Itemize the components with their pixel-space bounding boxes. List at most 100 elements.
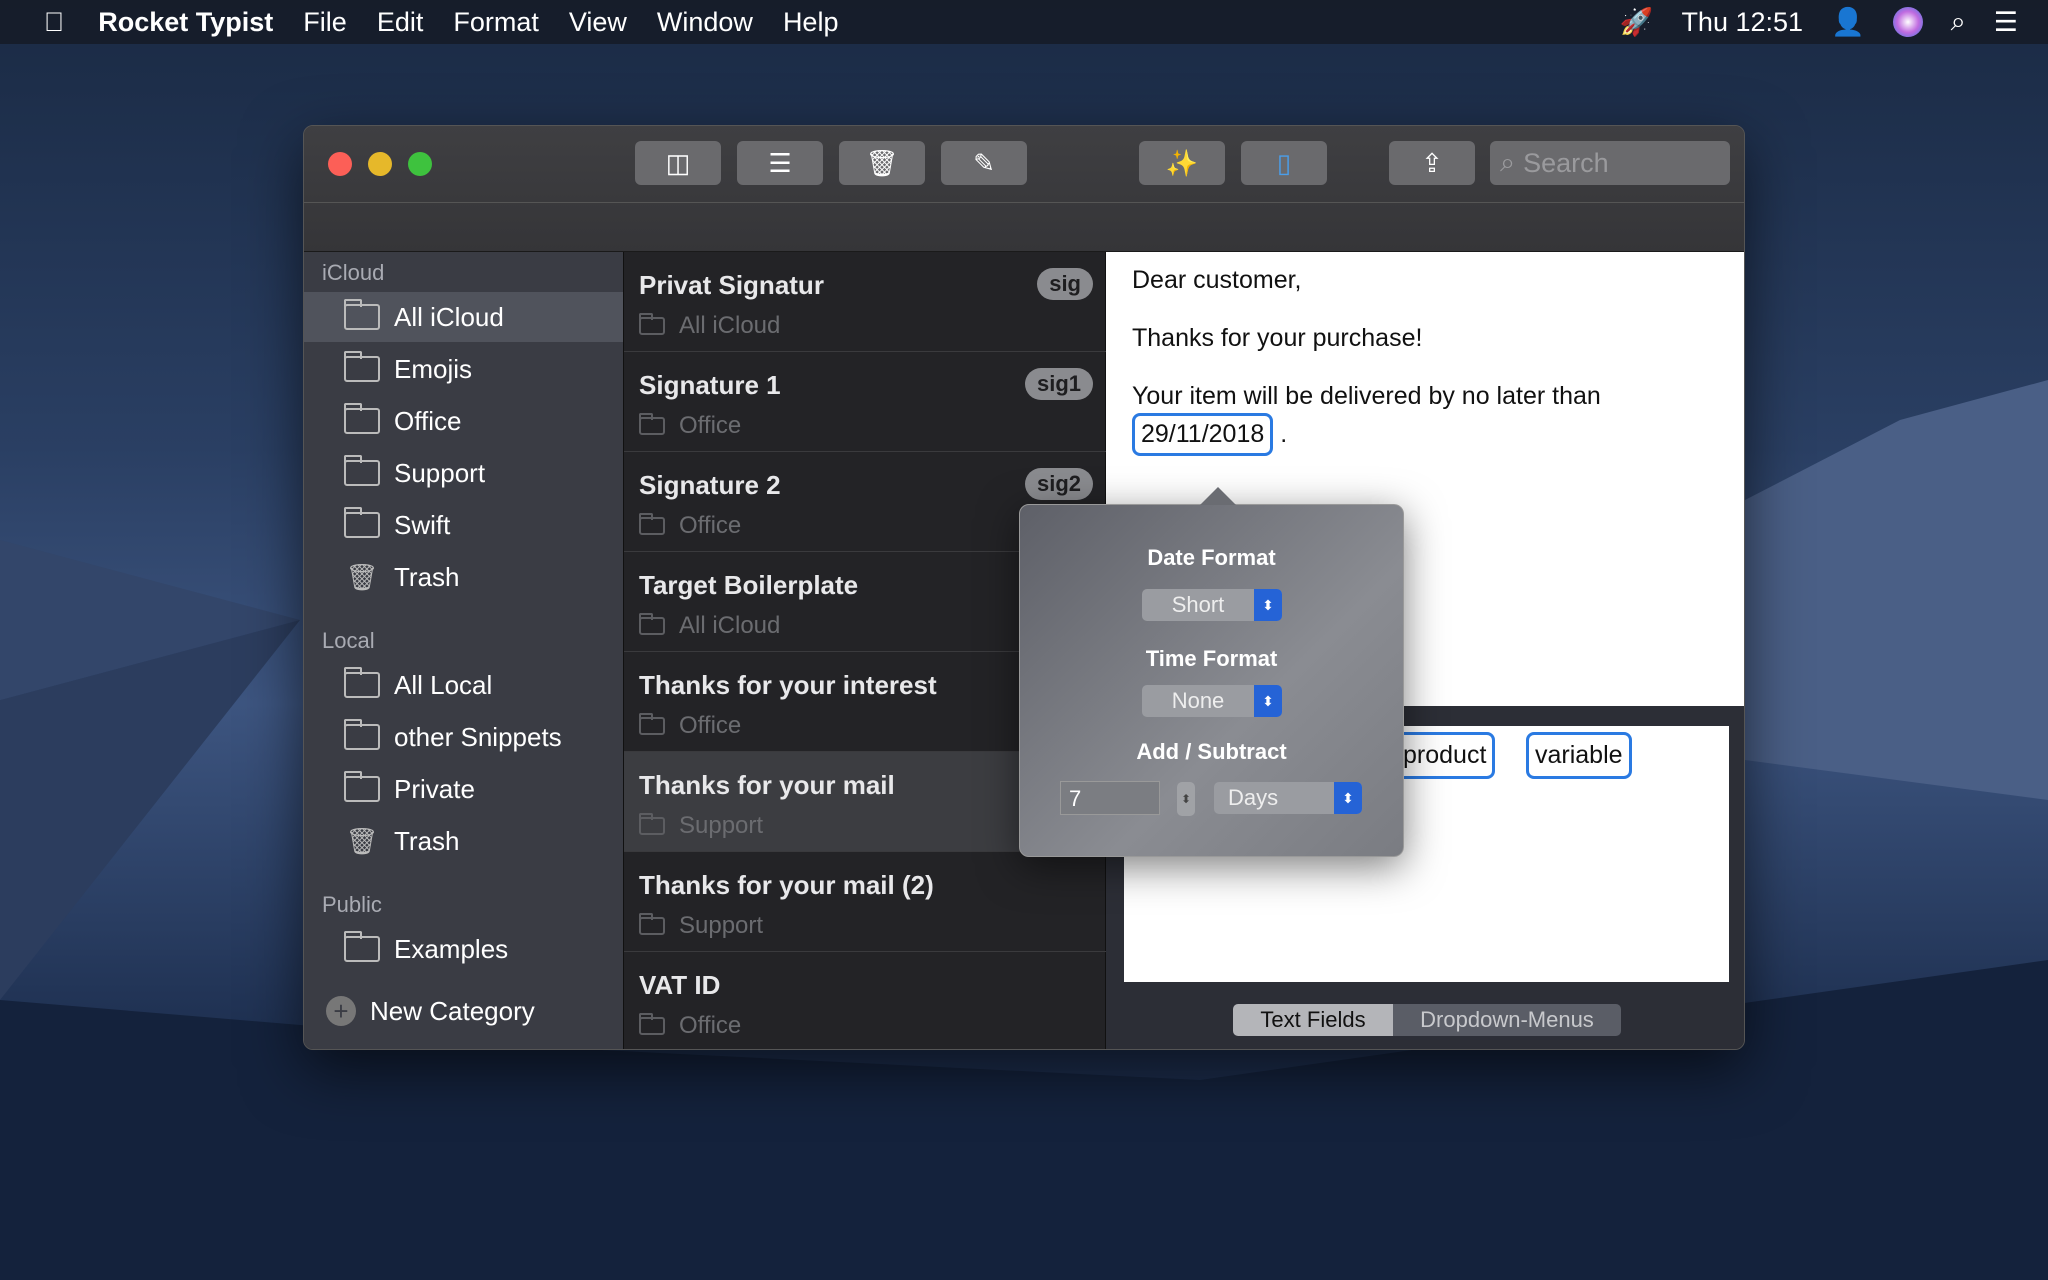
sidebar-item-emojis[interactable]: Emojis [304, 344, 623, 394]
unit-select[interactable]: Days ⬍ [1214, 782, 1362, 814]
sidebar-item-label: All Local [394, 669, 493, 700]
folder-icon [639, 513, 665, 535]
abbreviation-badge: sig1 [1024, 368, 1093, 400]
date-placeholder-popover: Date Format Short ⬍ Time Format None ⬍ Add… [1019, 487, 1404, 857]
snippet-title: Thanks for your mail [639, 770, 895, 800]
sidebar-item-all-local[interactable]: All Local [304, 660, 623, 710]
placeholder-token-product[interactable]: product [1394, 732, 1496, 779]
sidebar-item-examples[interactable]: Examples [304, 924, 623, 974]
sidebar-item-label: Trash [394, 825, 460, 856]
abbreviation-badge: sig2 [1024, 468, 1093, 500]
rocket-icon[interactable]: 🚀 [1620, 6, 1654, 38]
menu-format[interactable]: Format [453, 7, 539, 38]
placeholder-token-variable[interactable]: variable [1526, 732, 1632, 779]
close-button[interactable] [328, 152, 352, 176]
time-format-select[interactable]: None ⬍ [1142, 685, 1282, 717]
compose-button[interactable]: ✎ [941, 141, 1027, 185]
menu-edit[interactable]: Edit [377, 7, 424, 38]
folder-icon [639, 1013, 665, 1035]
sidebar-item-label: Examples [394, 933, 509, 964]
amount-field[interactable]: 7 [1060, 781, 1160, 815]
sidebar-item-other-snippets[interactable]: other Snippets [304, 712, 623, 762]
date-format-value: Short [1171, 592, 1225, 617]
zoom-button[interactable] [408, 152, 432, 176]
stack-icon [344, 299, 380, 330]
sidebar-item-all-icloud[interactable]: All iCloud [304, 292, 623, 342]
sidebar-item-swift[interactable]: Swift [304, 500, 623, 550]
clock[interactable]: Thu 12:51 [1681, 7, 1803, 38]
sidebar-item-trash[interactable]: 🗑 Trash [304, 552, 623, 602]
sidebar-item-label: Trash [394, 561, 460, 592]
minimize-button[interactable] [368, 152, 392, 176]
chevron-updown-icon: ⬍ [1254, 685, 1282, 717]
settings-sliders-button[interactable]: ☰ [737, 141, 823, 185]
snippet-row[interactable]: Privat Signatur All iCloud sig [624, 252, 1107, 352]
menu-file[interactable]: File [303, 7, 347, 38]
folder-icon [344, 455, 380, 486]
menu-bar:  Rocket Typist File Edit Format View Wi… [0, 0, 2048, 44]
new-category-button[interactable]: + New Category [304, 986, 623, 1036]
snippet-category: Office [679, 512, 742, 539]
date-placeholder-token[interactable]: 29/11/2018 [1132, 413, 1274, 456]
snippet-title: Target Boilerplate [639, 570, 859, 600]
editor-line: Dear customer, [1132, 266, 1302, 294]
search-icon[interactable]: ⌕ [1951, 6, 1966, 38]
editor-line: Thanks for your purchase! [1132, 324, 1423, 352]
menu-app-name[interactable]: Rocket Typist [98, 7, 273, 38]
date-format-label: Date Format [1147, 545, 1276, 570]
time-format-value: None [1171, 688, 1225, 713]
snippet-row[interactable]: Signature 1 Office sig1 [624, 352, 1107, 452]
tab-text-fields[interactable]: Text Fields [1233, 1004, 1393, 1036]
folder-icon [344, 931, 380, 962]
folder-icon [639, 313, 665, 335]
menu-help[interactable]: Help [783, 7, 839, 38]
phone-layout-button[interactable]: ▯ [1241, 141, 1327, 185]
toolbar-divider [304, 202, 1744, 203]
trash-icon: 🗑 [345, 561, 379, 592]
snippet-row[interactable]: VAT ID Office [624, 952, 1107, 1049]
abbreviation-badge: sig [1037, 268, 1093, 300]
section-icloud: iCloud [322, 260, 385, 285]
search-field[interactable]: ⌕ Search [1490, 141, 1730, 185]
toolbar: ◫ ☰ 🗑 ✎ ✨ ▯ ⇪ ⌕ Search [304, 126, 1744, 252]
snippet-title: Thanks for your interest [639, 670, 937, 700]
time-format-label: Time Format [1145, 646, 1278, 671]
user-icon[interactable]: 👤 [1831, 6, 1865, 38]
sidebar-item-office[interactable]: Office [304, 396, 623, 446]
section-local: Local [322, 628, 375, 653]
unit-value: Days [1228, 785, 1279, 810]
menu-view[interactable]: View [569, 7, 627, 38]
notification-center-icon[interactable]: ☰ [1994, 7, 2018, 38]
amount-stepper[interactable]: ⬍ [1177, 782, 1195, 816]
date-format-select[interactable]: Short ⬍ [1142, 589, 1282, 621]
menu-window[interactable]: Window [657, 7, 753, 38]
share-button[interactable]: ⇪ [1389, 141, 1475, 185]
editor-text: . [1280, 420, 1288, 448]
snippet-title: Thanks for your mail (2) [639, 870, 934, 900]
sidebar-item-local-trash[interactable]: 🗑 Trash [304, 816, 623, 866]
trash-icon: 🗑 [345, 825, 379, 856]
sidebar-toggle-button[interactable]: ◫ [635, 141, 721, 185]
popover-arrow [1200, 487, 1236, 505]
trash-button[interactable]: 🗑 [839, 141, 925, 185]
plus-circle-icon: + [326, 996, 356, 1026]
section-public: Public [322, 892, 382, 917]
stack-icon [344, 667, 380, 698]
snippet-row[interactable]: Thanks for your mail (2) Support [624, 852, 1107, 952]
snippet-category: All iCloud [679, 612, 781, 639]
snippet-category: Office [679, 712, 742, 739]
magic-wand-button[interactable]: ✨ [1139, 141, 1225, 185]
sidebar-item-label: All iCloud [394, 301, 504, 332]
apple-icon[interactable]:  [44, 7, 64, 38]
sidebar-item-label: Private [394, 773, 475, 804]
folder-icon [344, 351, 380, 382]
sidebar-item-private[interactable]: Private [304, 764, 623, 814]
folder-icon [639, 713, 665, 735]
sidebar-item-label: other Snippets [394, 721, 562, 752]
snippet-category: Office [679, 412, 742, 439]
sidebar-item-support[interactable]: Support [304, 448, 623, 498]
folder-icon [344, 403, 380, 434]
sidebar: iCloud All iCloud Emojis Office Support … [304, 252, 623, 1049]
tab-dropdown-menus[interactable]: Dropdown-Menus [1393, 1004, 1621, 1036]
siri-icon[interactable] [1892, 7, 1923, 37]
